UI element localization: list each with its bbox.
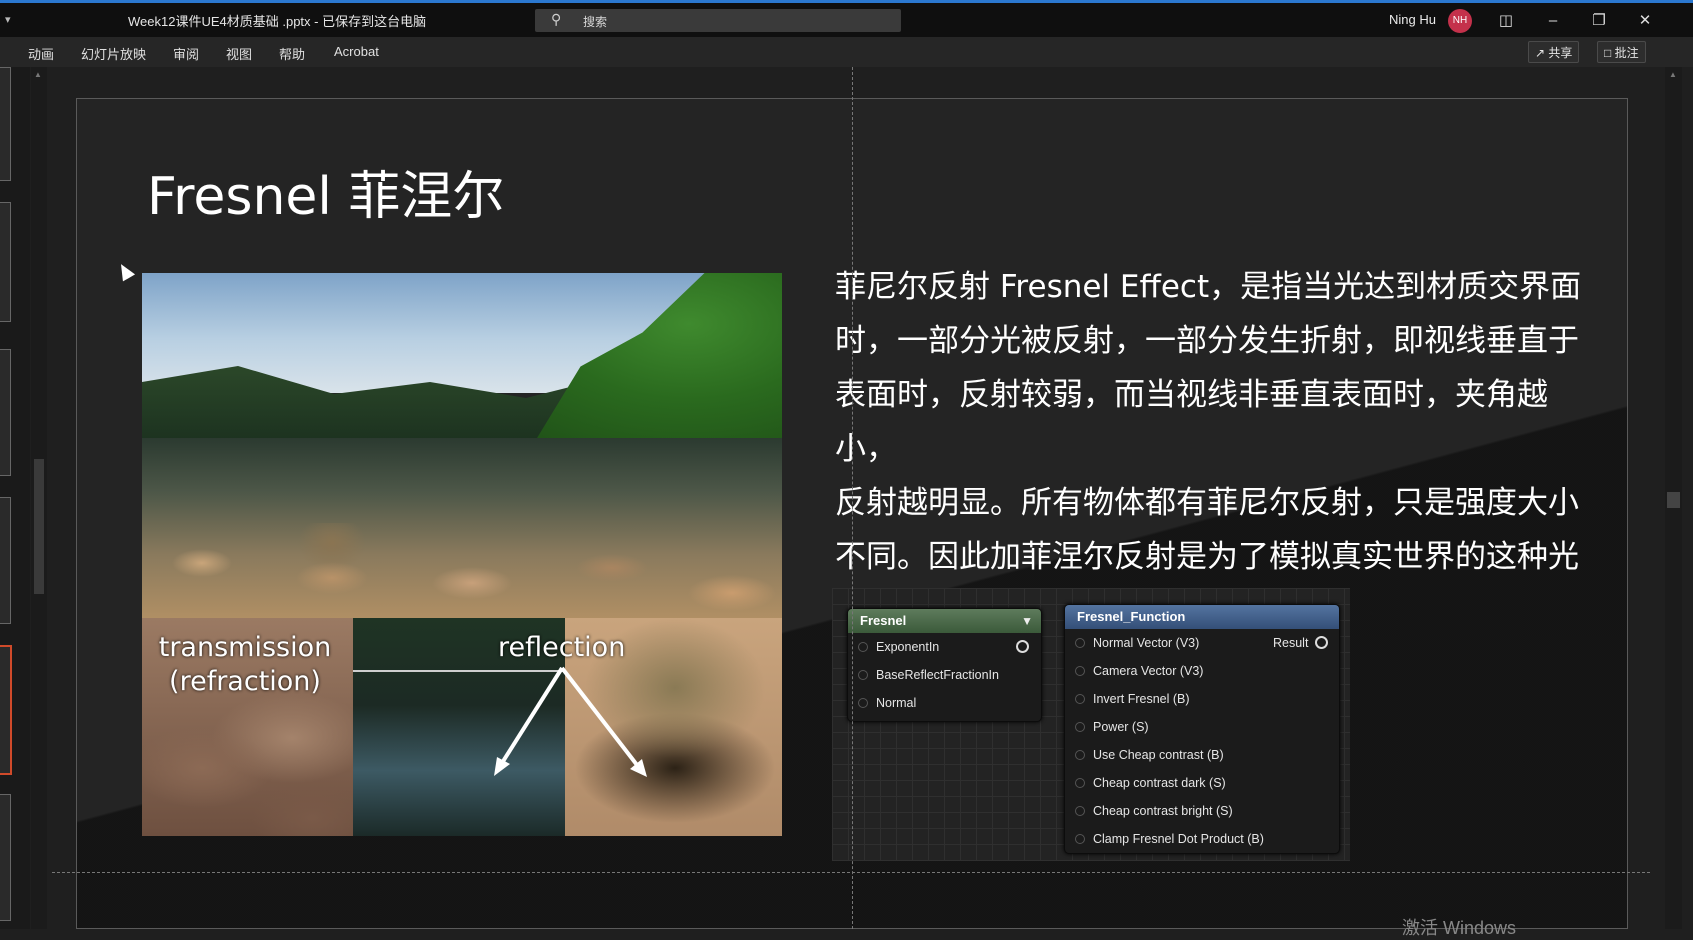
quick-access-dropdown-icon[interactable]: ▾	[5, 13, 11, 26]
scrollbar-thumb[interactable]	[34, 459, 44, 594]
material-graph-image[interactable]: Fresnel ▼ ExponentIn BaseReflectFraction…	[832, 588, 1350, 861]
output-pin-icon	[1315, 636, 1328, 649]
input-pin-icon	[1075, 834, 1085, 844]
input-pin-icon	[1075, 666, 1085, 676]
scroll-up-icon[interactable]: ▲	[1669, 70, 1677, 79]
fresnel-node-title: Fresnel	[860, 613, 907, 628]
result-label: Result	[1273, 636, 1309, 650]
search-icon: ⚲	[551, 11, 562, 27]
tab-animation[interactable]: 动画	[28, 44, 54, 63]
transmission-label: transmission (refraction)	[158, 632, 332, 697]
tab-acrobat[interactable]: Acrobat	[334, 44, 379, 59]
slide-thumbnail[interactable]	[0, 202, 11, 322]
slide-body-text[interactable]: 菲尼尔反射 Fresnel Effect，是指当光达到材质交界面 时，一部分光被…	[835, 260, 1585, 638]
smart-guide-vertical	[852, 67, 853, 929]
tab-review[interactable]: 审阅	[173, 44, 199, 63]
pin-row: Use Cheap contrast (B)	[1065, 741, 1339, 769]
slide-thumbnail-active[interactable]	[0, 645, 12, 775]
comment-button[interactable]: □ 批注	[1597, 41, 1646, 63]
body-line: 不同。因此加菲涅尔反射是为了模拟真实世界的这种光	[835, 539, 1579, 575]
function-node-title: Fresnel_Function	[1077, 609, 1186, 624]
output-pin-icon	[1016, 640, 1029, 653]
scroll-up-icon[interactable]: ▲	[34, 70, 42, 79]
minimize-icon[interactable]: –	[1539, 9, 1567, 33]
fresnel-node: Fresnel ▼ ExponentIn BaseReflectFraction…	[847, 608, 1042, 722]
pin-row: Normal	[848, 689, 1041, 717]
pin-row: Camera Vector (V3)	[1065, 657, 1339, 685]
pin-row: Power (S)	[1065, 713, 1339, 741]
ribbon-tabs: 动画 幻灯片放映 审阅 视图 帮助 Acrobat ↗ 共享 □ 批注	[0, 37, 1693, 67]
share-button[interactable]: ↗ 共享	[1528, 41, 1580, 63]
input-pin-icon	[858, 698, 868, 708]
share-label: 共享	[1548, 46, 1573, 60]
pin-row: Clamp Fresnel Dot Product (B)	[1065, 825, 1339, 853]
tab-help[interactable]: 帮助	[279, 44, 305, 63]
smart-guide-horizontal	[52, 872, 1650, 873]
comment-label: 批注	[1614, 46, 1639, 60]
body-line: 表面时，反射较弱，而当视线非垂直表面时，夹角越小，	[835, 377, 1548, 467]
pin-row: Normal Vector (V3) Result	[1065, 629, 1339, 657]
title-bar: ▾ Week12课件UE4材质基础 .pptx - 已保存到这台电脑 ⚲ 搜索 …	[0, 0, 1693, 37]
pin-row: Cheap contrast bright (S)	[1065, 797, 1339, 825]
scrollbar-thumb[interactable]	[1667, 492, 1680, 508]
restore-icon[interactable]: ❐	[1585, 9, 1613, 33]
input-pin-icon	[858, 670, 868, 680]
pin-row: Invert Fresnel (B)	[1065, 685, 1339, 713]
input-pin-icon	[1075, 750, 1085, 760]
reflection-label: reflection	[498, 632, 626, 663]
close-icon[interactable]: ✕	[1631, 9, 1659, 33]
share-icon: ↗	[1535, 46, 1546, 60]
comment-icon: □	[1604, 46, 1612, 60]
slide-thumbnails	[0, 67, 30, 929]
body-line: 菲尼尔反射 Fresnel Effect，是指当光达到材质交界面	[835, 269, 1582, 305]
input-pin-icon	[1075, 806, 1085, 816]
fresnel-photo[interactable]: transmission (refraction) reflection	[142, 273, 782, 836]
avatar[interactable]: NH	[1448, 9, 1472, 33]
body-line: 时，一部分光被反射，一部分发生折射，即视线垂直于	[835, 323, 1579, 359]
input-pin-icon	[1075, 778, 1085, 788]
slide-thumbnail[interactable]	[0, 349, 11, 476]
tab-slideshow[interactable]: 幻灯片放映	[81, 44, 146, 63]
user-name[interactable]: Ning Hu	[1389, 12, 1436, 27]
chevron-down-icon: ▼	[1021, 614, 1033, 628]
pin-row: ExponentIn	[848, 633, 1041, 661]
input-pin-icon	[858, 642, 868, 652]
ribbon-display-icon[interactable]: ◫	[1492, 9, 1520, 33]
input-pin-icon	[1075, 694, 1085, 704]
reflection-arrows	[494, 666, 647, 777]
search-placeholder: 搜索	[583, 15, 608, 29]
input-pin-icon	[1075, 722, 1085, 732]
document-title: Week12课件UE4材质基础 .pptx - 已保存到这台电脑	[128, 14, 427, 29]
tab-view[interactable]: 视图	[226, 44, 252, 63]
body-line: 反射越明显。所有物体都有菲尼尔反射，只是强度大小	[835, 485, 1579, 521]
search-box[interactable]: ⚲ 搜索	[535, 9, 901, 32]
activation-watermark: 激活 Windows	[1402, 918, 1517, 938]
slide-thumbnail[interactable]	[0, 67, 11, 181]
thumbnail-scrollbar[interactable]: ▲	[31, 67, 47, 929]
slide-scrollbar[interactable]: ▲	[1665, 67, 1682, 929]
slide-thumbnail[interactable]	[0, 794, 11, 921]
slide-thumbnail[interactable]	[0, 497, 11, 624]
slide-title[interactable]: Fresnel 菲涅尔	[147, 154, 504, 229]
pin-row: BaseReflectFractionIn	[848, 661, 1041, 689]
input-pin-icon	[1075, 638, 1085, 648]
pin-row: Cheap contrast dark (S)	[1065, 769, 1339, 797]
fresnel-function-node: Fresnel_Function Normal Vector (V3) Resu…	[1064, 604, 1340, 854]
